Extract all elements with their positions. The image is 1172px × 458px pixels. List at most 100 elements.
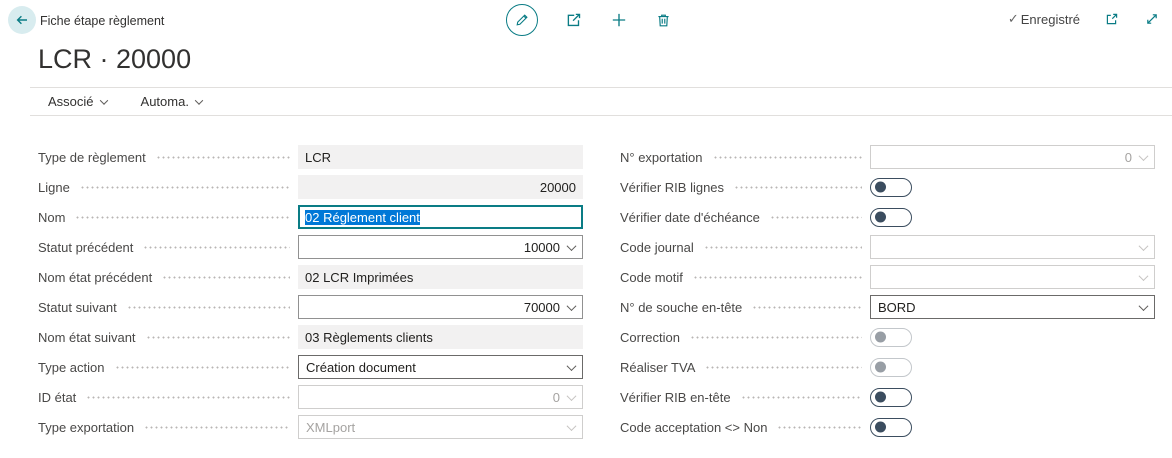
share-button[interactable]	[565, 11, 583, 29]
field-nom: Nom 02 Réglement client	[38, 202, 583, 232]
field-value: 10000	[523, 239, 560, 255]
field-value: 20000	[539, 179, 576, 195]
correction-toggle	[870, 327, 912, 347]
popout-button[interactable]	[1104, 11, 1120, 27]
type-exportation-combo: XMLport	[298, 415, 583, 439]
toggle-knob	[875, 391, 886, 403]
dotted-leader	[705, 365, 862, 369]
check-icon: ✓	[1007, 11, 1019, 26]
toggle-knob	[875, 331, 886, 343]
share-icon	[565, 11, 583, 29]
menu-automa[interactable]: Automa.	[140, 94, 204, 109]
toggle-knob	[875, 421, 886, 433]
toggle-zone	[870, 387, 1155, 407]
field-label: Nom	[38, 209, 66, 225]
selected-text: 02 Réglement client	[305, 209, 420, 225]
field-label: Vérifier date d'échéance	[620, 209, 760, 225]
statut-suivant-combo[interactable]: 70000	[298, 295, 583, 319]
plus-icon	[610, 11, 628, 29]
expand-button[interactable]	[1144, 11, 1160, 27]
chevron-down-icon[interactable]	[566, 240, 577, 251]
save-status: ✓ Enregistré	[1008, 11, 1080, 27]
back-arrow-icon	[14, 12, 30, 28]
dotted-leader	[145, 335, 290, 339]
field-value: 0	[1124, 149, 1132, 165]
menu-item-label: Automa.	[140, 94, 189, 109]
dotted-leader	[712, 155, 862, 159]
chevron-down-icon[interactable]	[566, 360, 577, 371]
new-button[interactable]	[610, 11, 628, 29]
dotted-leader	[155, 155, 290, 159]
verifier-date-echeance-toggle[interactable]	[870, 207, 912, 227]
field-label: Code journal	[620, 239, 694, 255]
top-right-controls: ✓ Enregistré	[1008, 11, 1160, 27]
trash-icon	[655, 12, 672, 29]
type-de-reglement-value: LCR	[298, 145, 583, 169]
nom-input[interactable]: 02 Réglement client	[298, 205, 583, 229]
field-label: N° de souche en-tête	[620, 299, 743, 315]
dotted-leader	[692, 275, 862, 279]
right-column: N° exportation 0 Vérifier RIB lignes Vér…	[620, 142, 1155, 442]
delete-button[interactable]	[655, 12, 672, 29]
dotted-leader	[162, 275, 290, 279]
left-column: Type de règlement LCR Ligne 20000 Nom 02…	[38, 142, 583, 442]
field-ligne: Ligne 20000	[38, 172, 583, 202]
chevron-down-icon[interactable]	[1138, 300, 1149, 311]
field-nom-etat-suivant: Nom état suivant 03 Règlements clients	[38, 322, 583, 352]
chevron-down-icon	[1138, 270, 1149, 281]
menu-associe[interactable]: Associé	[48, 94, 108, 109]
verifier-rib-lignes-toggle[interactable]	[870, 177, 912, 197]
page-title: LCR · 20000	[38, 44, 192, 74]
toggle-zone	[870, 177, 1155, 197]
code-acceptation-toggle[interactable]	[870, 417, 912, 437]
field-label: Type exportation	[38, 419, 135, 435]
type-action-combo[interactable]: Création document	[298, 355, 583, 379]
chevron-down-icon	[1138, 240, 1149, 251]
dotted-leader	[752, 305, 862, 309]
chevron-down-icon[interactable]	[566, 300, 577, 311]
dotted-leader	[126, 305, 290, 309]
dotted-leader	[734, 185, 862, 189]
edit-button[interactable]	[506, 4, 538, 36]
back-button[interactable]	[8, 6, 36, 34]
field-verifier-rib-en-tete: Vérifier RIB en-tête	[620, 382, 1155, 412]
action-bar	[506, 4, 672, 36]
field-type-de-reglement: Type de règlement LCR	[38, 142, 583, 172]
field-label: Code motif	[620, 269, 683, 285]
nom-etat-precedent-value: 02 LCR Imprimées	[298, 265, 583, 289]
field-label: Statut suivant	[38, 299, 117, 315]
chevron-down-icon	[194, 95, 204, 105]
field-value: BORD	[878, 299, 916, 315]
dotted-leader	[740, 395, 862, 399]
field-value: LCR	[305, 149, 332, 165]
toggle-knob	[875, 361, 886, 373]
dotted-leader	[75, 215, 290, 219]
field-label: Nom état précédent	[38, 269, 153, 285]
field-label: Vérifier RIB lignes	[620, 179, 725, 195]
field-label: N° exportation	[620, 149, 703, 165]
field-nom-etat-precedent: Nom état précédent 02 LCR Imprimées	[38, 262, 583, 292]
field-label: Nom état suivant	[38, 329, 136, 345]
field-statut-precedent: Statut précédent 10000	[38, 232, 583, 262]
verifier-rib-en-tete-toggle[interactable]	[870, 387, 912, 407]
field-label: Ligne	[38, 179, 70, 195]
field-label: Code acceptation <> Non	[620, 419, 768, 435]
field-label: Type action	[38, 359, 105, 375]
toggle-zone	[870, 207, 1155, 227]
field-code-journal: Code journal	[620, 232, 1155, 262]
dotted-leader	[689, 335, 862, 339]
field-code-motif: Code motif	[620, 262, 1155, 292]
statut-precedent-combo[interactable]: 10000	[298, 235, 583, 259]
menu-bar: Associé Automa.	[30, 87, 1172, 116]
chevron-down-icon	[566, 420, 577, 431]
field-verifier-rib-lignes: Vérifier RIB lignes	[620, 172, 1155, 202]
field-label: Correction	[620, 329, 680, 345]
no-souche-en-tete-combo[interactable]: BORD	[870, 295, 1155, 319]
realiser-tva-toggle	[870, 357, 912, 377]
id-etat-combo: 0	[298, 385, 583, 409]
toggle-zone	[870, 357, 1155, 377]
field-code-acceptation: Code acceptation <> Non	[620, 412, 1155, 442]
dotted-leader	[703, 245, 862, 249]
field-type-exportation: Type exportation XMLport	[38, 412, 583, 442]
field-no-souche-en-tete: N° de souche en-tête BORD	[620, 292, 1155, 322]
